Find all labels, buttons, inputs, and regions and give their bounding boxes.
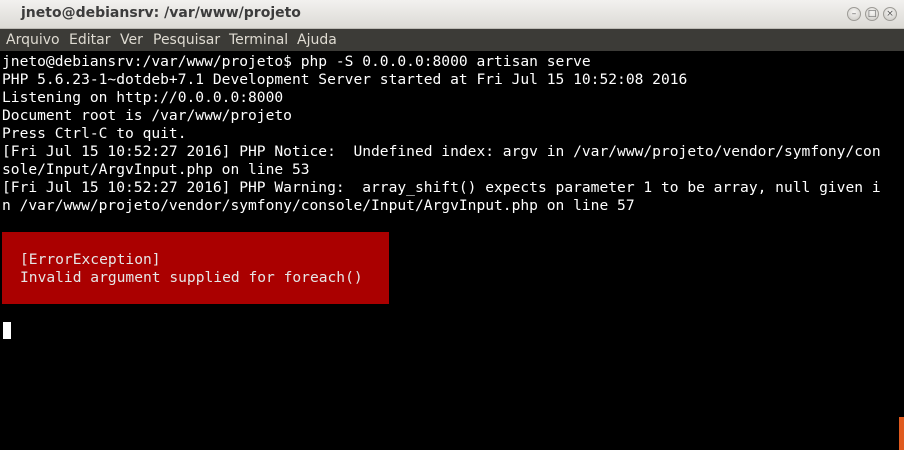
terminal-line: Document root is /var/www/projeto bbox=[2, 107, 292, 124]
error-type: [ErrorException] bbox=[20, 251, 161, 268]
terminal-line: jneto@debiansrv:/var/www/projeto$ php -S… bbox=[2, 53, 591, 70]
window-title: jneto@debiansrv: /var/www/projeto bbox=[21, 5, 301, 21]
menu-terminal[interactable]: Terminal bbox=[229, 32, 288, 48]
terminal-line: PHP 5.6.23-1~dotdeb+7.1 Development Serv… bbox=[2, 71, 688, 88]
error-exception-box: [ErrorException] Invalid argument suppli… bbox=[2, 232, 389, 304]
error-message: Invalid argument supplied for foreach() bbox=[20, 269, 363, 286]
terminal-line: Listening on http://0.0.0.0:8000 bbox=[2, 89, 284, 106]
scrollbar-thumb[interactable] bbox=[899, 417, 904, 450]
menubar: Arquivo Editar Ver Pesquisar Terminal Aj… bbox=[0, 29, 904, 51]
menu-ver[interactable]: Ver bbox=[120, 32, 143, 48]
terminal-output[interactable]: jneto@debiansrv:/var/www/projeto$ php -S… bbox=[0, 51, 904, 450]
terminal-scrollbar[interactable] bbox=[898, 51, 904, 450]
menu-ajuda[interactable]: Ajuda bbox=[297, 32, 337, 48]
window-titlebar[interactable]: jneto@debiansrv: /var/www/projeto – □ × bbox=[0, 0, 904, 29]
terminal-line: [Fri Jul 15 10:52:27 2016] PHP Warning: … bbox=[2, 179, 881, 196]
terminal-line: n /var/www/projeto/vendor/symfony/consol… bbox=[2, 197, 635, 214]
maximize-button[interactable]: □ bbox=[865, 7, 879, 21]
terminal-line: Press Ctrl-C to quit. bbox=[2, 125, 187, 142]
menu-editar[interactable]: Editar bbox=[69, 32, 110, 48]
menu-arquivo[interactable]: Arquivo bbox=[6, 32, 60, 48]
minimize-button[interactable]: – bbox=[847, 7, 861, 21]
close-button[interactable]: × bbox=[883, 7, 897, 21]
terminal-line: [Fri Jul 15 10:52:27 2016] PHP Notice: U… bbox=[2, 143, 881, 160]
menu-pesquisar[interactable]: Pesquisar bbox=[153, 32, 220, 48]
terminal-line: sole/Input/ArgvInput.php on line 53 bbox=[2, 161, 310, 178]
terminal-cursor bbox=[3, 322, 11, 339]
